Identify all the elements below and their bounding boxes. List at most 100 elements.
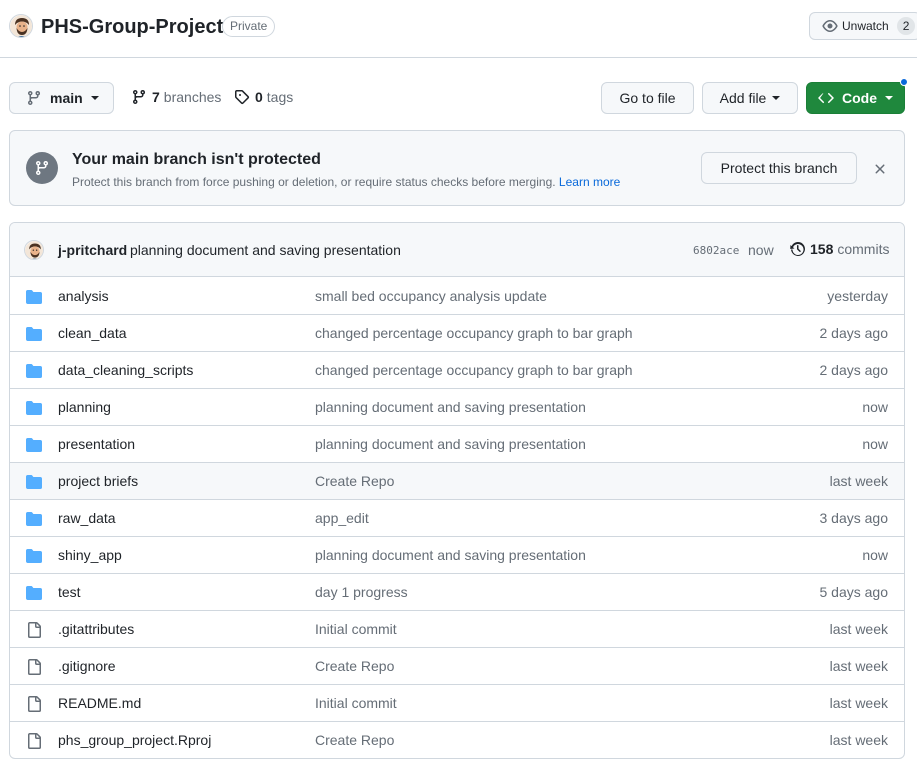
file-row[interactable]: shiny_app planning document and saving pr…: [10, 536, 904, 573]
folder-icon: [26, 585, 42, 601]
commit-sha-link[interactable]: 6802ace: [693, 244, 739, 257]
commit-count-label: commits: [837, 241, 890, 257]
commit-age: 2 days ago: [819, 362, 889, 378]
code-button[interactable]: Code: [806, 82, 905, 114]
file-row[interactable]: phs_group_project.Rproj Create Repo last w…: [10, 721, 904, 758]
commit-age: now: [748, 242, 774, 258]
file-link[interactable]: README.md: [58, 695, 141, 711]
file-browser: j-pritchard planning document and saving…: [9, 222, 905, 759]
file-link[interactable]: .gitattributes: [58, 621, 134, 637]
branch-protection-banner: Your main branch isn't protected Protect…: [9, 130, 905, 206]
file-row[interactable]: presentation planning document and saving…: [10, 425, 904, 462]
commit-message-link[interactable]: small bed occupancy analysis update: [315, 288, 547, 304]
folder-link[interactable]: analysis: [58, 288, 109, 304]
commit-message-link[interactable]: changed percentage occupancy graph to ba…: [315, 325, 633, 341]
commit-age: yesterday: [827, 288, 888, 304]
code-icon: [818, 93, 834, 104]
tags-link[interactable]: 0 tags: [234, 89, 293, 105]
branches-label: branches: [163, 89, 222, 105]
folder-icon: [26, 289, 42, 305]
file-icon: [26, 733, 42, 749]
commit-message-link[interactable]: planning document and saving presentatio…: [315, 547, 586, 563]
git-branch-icon: [28, 90, 40, 106]
commit-message-link[interactable]: app_edit: [315, 510, 369, 526]
commit-message-link[interactable]: Initial commit: [315, 695, 397, 711]
commit-message-link[interactable]: changed percentage occupancy graph to ba…: [315, 362, 633, 378]
go-to-file-label: Go to file: [619, 90, 676, 106]
commit-message-link[interactable]: planning document and saving presentatio…: [315, 436, 586, 452]
folder-link[interactable]: data_cleaning_scripts: [58, 362, 193, 378]
commit-message-link[interactable]: Create Repo: [315, 473, 394, 489]
file-row[interactable]: data_cleaning_scripts changed percentage …: [10, 351, 904, 388]
commit-message-link[interactable]: Initial commit: [315, 621, 397, 637]
protect-branch-label: Protect this branch: [720, 160, 838, 176]
go-to-file-button[interactable]: Go to file: [601, 82, 694, 114]
commit-history-link[interactable]: 158 commits: [790, 241, 889, 257]
file-icon: [26, 659, 42, 675]
folder-link[interactable]: project briefs: [58, 473, 138, 489]
commit-age: last week: [829, 473, 888, 489]
folder-icon: [26, 363, 42, 379]
file-row[interactable]: raw_data app_edit 3 days ago: [10, 499, 904, 536]
folder-icon: [26, 548, 42, 564]
commit-message-link[interactable]: Create Repo: [315, 658, 394, 674]
repo-name-link[interactable]: PHS-Group-Project: [41, 14, 223, 40]
tag-icon: [234, 90, 250, 105]
file-row[interactable]: project briefs Create Repo last week: [10, 462, 904, 499]
protection-description: Protect this branch from force pushing o…: [72, 175, 620, 189]
commit-age: 3 days ago: [819, 510, 889, 526]
protect-branch-button[interactable]: Protect this branch: [701, 152, 857, 184]
commit-author-link[interactable]: j-pritchard: [58, 242, 127, 258]
add-file-label: Add file: [719, 90, 767, 106]
latest-commit-bar: j-pritchard planning document and saving…: [10, 223, 904, 277]
branches-link[interactable]: 7 branches: [131, 89, 221, 105]
protection-title: Your main branch isn't protected: [72, 151, 321, 168]
unwatch-button[interactable]: Unwatch 2: [809, 12, 917, 40]
file-link[interactable]: .gitignore: [58, 658, 116, 674]
folder-link[interactable]: presentation: [58, 436, 135, 452]
file-row[interactable]: README.md Initial commit last week: [10, 684, 904, 721]
folder-link[interactable]: test: [58, 584, 81, 600]
commit-age: last week: [829, 658, 888, 674]
folder-link[interactable]: clean_data: [58, 325, 127, 341]
tags-label: tags: [266, 89, 294, 105]
author-avatar[interactable]: [24, 240, 44, 260]
folder-icon: [26, 511, 42, 527]
close-icon[interactable]: [872, 161, 888, 177]
code-label: Code: [842, 90, 877, 106]
git-branch-icon: [133, 89, 145, 105]
folder-link[interactable]: shiny_app: [58, 547, 122, 563]
learn-more-link[interactable]: Learn more: [559, 175, 620, 189]
commit-message-link[interactable]: planning document and saving presentatio…: [315, 399, 586, 415]
file-row[interactable]: clean_data changed percentage occupancy g…: [10, 314, 904, 351]
protection-description-text: Protect this branch from force pushing o…: [72, 175, 556, 189]
file-row[interactable]: planning planning document and saving pre…: [10, 388, 904, 425]
folder-link[interactable]: planning: [58, 399, 111, 415]
file-row[interactable]: analysis small bed occupancy analysis upd…: [10, 278, 904, 315]
commit-count: 158: [810, 241, 834, 257]
folder-icon: [26, 400, 42, 416]
commit-message-link[interactable]: day 1 progress: [315, 584, 408, 600]
file-link[interactable]: phs_group_project.Rproj: [58, 732, 211, 748]
commit-age: last week: [829, 621, 888, 637]
file-row[interactable]: .gitignore Create Repo last week: [10, 647, 904, 684]
commit-age: now: [862, 547, 888, 563]
folder-icon: [26, 437, 42, 453]
folder-icon: [26, 326, 42, 342]
tags-count: 0: [255, 89, 263, 105]
commit-message-link[interactable]: Create Repo: [315, 732, 394, 748]
commit-age: now: [862, 436, 888, 452]
file-row[interactable]: test day 1 progress 5 days ago: [10, 573, 904, 610]
eye-icon: [822, 20, 838, 32]
folder-link[interactable]: raw_data: [58, 510, 116, 526]
file-row[interactable]: .gitattributes Initial commit last week: [10, 610, 904, 647]
commit-message-link[interactable]: planning document and saving presentatio…: [130, 242, 401, 258]
repo-header: PHS-Group-Project Private Unwatch 2: [0, 0, 917, 58]
file-icon: [26, 696, 42, 712]
commit-age: 5 days ago: [819, 584, 889, 600]
owner-avatar[interactable]: [9, 14, 33, 38]
branch-select-button[interactable]: main: [9, 82, 114, 114]
add-file-button[interactable]: Add file: [702, 82, 798, 114]
watchers-count: 2: [896, 17, 916, 35]
git-branch-icon: [26, 152, 58, 184]
